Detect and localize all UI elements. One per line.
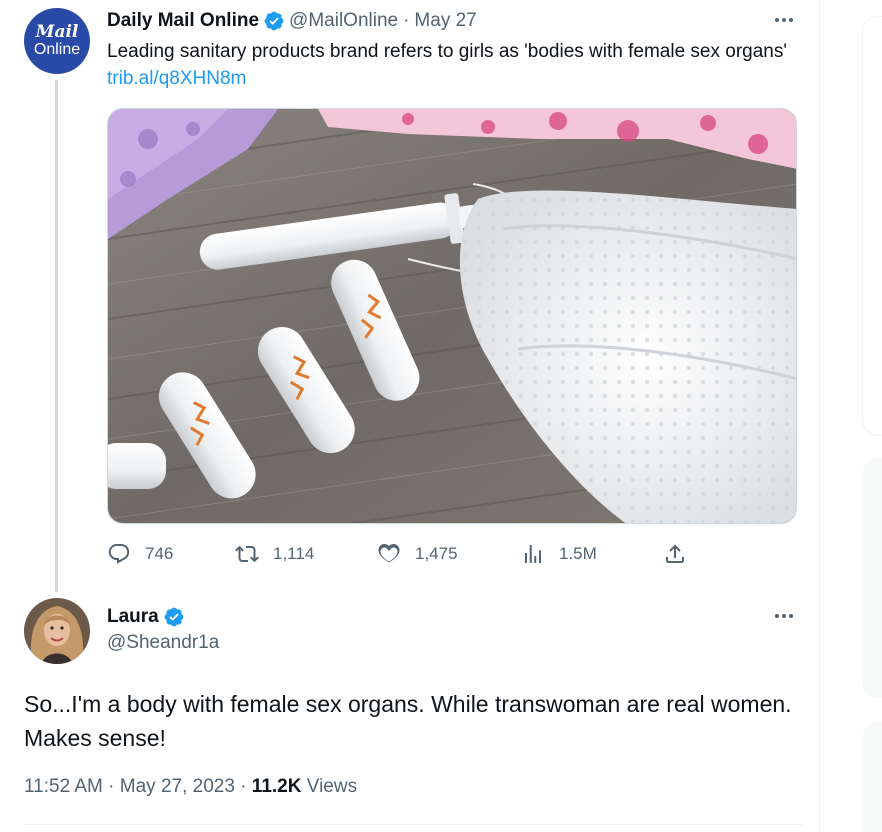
author-name[interactable]: Daily Mail Online	[107, 10, 259, 32]
tweet-body: Leading sanitary products brand refers t…	[107, 41, 788, 62]
reply-button[interactable]: 746	[107, 540, 173, 568]
verified-badge-icon	[163, 606, 185, 628]
more-icon[interactable]	[772, 606, 796, 626]
like-icon	[378, 543, 400, 563]
laura-avatar[interactable]	[24, 598, 90, 664]
thread-connector-line	[55, 80, 58, 592]
tweet-text: Leading sanitary products brand refers t…	[107, 38, 807, 92]
like-button[interactable]: 1,475	[377, 540, 458, 568]
reply-count: 746	[145, 544, 174, 563]
views-button[interactable]: 1.5M	[521, 540, 597, 568]
tampons-and-pad-photo	[108, 109, 796, 523]
views-icon	[525, 545, 541, 563]
avatar-logo-line1: Mail	[35, 22, 79, 42]
sidebar-card	[862, 458, 882, 698]
author-handle[interactable]: @MailOnline	[289, 10, 398, 32]
reply-text: So...I'm a body with female sex organs. …	[24, 691, 792, 751]
sidebar-card	[862, 722, 882, 832]
retweet-count: 1,114	[273, 544, 315, 563]
tweet-media-image[interactable]	[107, 108, 797, 524]
meta-separator: ·	[108, 776, 115, 797]
avatar-logo-line2: Online	[33, 41, 81, 58]
reply-meta: 11:52 AM · May 27, 2023 · 11.2K Views	[24, 776, 357, 798]
reply-date[interactable]: May 27, 2023	[120, 776, 235, 797]
reply-author-name[interactable]: Laura	[107, 606, 159, 628]
timeline-column: Mail Online Daily Mail Online @MailOnlin…	[0, 0, 820, 832]
tweet-link[interactable]: trib.al/q8XHN8m	[107, 68, 246, 89]
reply-views-label: Views	[306, 776, 358, 797]
views-count: 1.5M	[559, 544, 597, 563]
sidebar-card	[862, 16, 882, 436]
share-button[interactable]	[663, 540, 701, 568]
profile-photo	[24, 598, 90, 664]
more-icon[interactable]	[772, 10, 796, 30]
reply-icon	[108, 544, 130, 564]
verified-badge-icon	[263, 10, 285, 32]
reply-author-handle[interactable]: @Sheandr1a	[107, 632, 219, 654]
reply-author-row: Laura	[107, 604, 189, 630]
like-count: 1,475	[415, 544, 458, 563]
reply-views-count: 11.2K	[251, 776, 302, 797]
header-separator: ·	[403, 10, 410, 31]
tweet-actions: 746 1,114 1,475 1.5M	[107, 540, 707, 568]
dailymail-avatar[interactable]: Mail Online	[24, 8, 90, 74]
share-icon	[666, 544, 684, 563]
divider	[24, 824, 804, 825]
tweet-date[interactable]: May 27	[414, 10, 476, 32]
meta-separator: ·	[240, 776, 247, 797]
tweet-header: Daily Mail Online @MailOnline · May 27	[107, 8, 477, 34]
reply-time[interactable]: 11:52 AM	[24, 776, 103, 797]
retweet-button[interactable]: 1,114	[235, 540, 314, 568]
retweet-icon	[235, 545, 259, 563]
